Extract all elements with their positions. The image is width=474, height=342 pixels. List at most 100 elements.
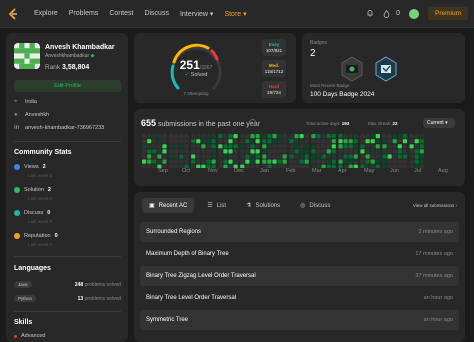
heatmap-cell[interactable] (201, 154, 206, 159)
heatmap-cell[interactable] (348, 154, 353, 159)
heatmap-cell[interactable] (326, 134, 331, 139)
heatmap-cell[interactable] (348, 159, 353, 164)
user-avatar-icon[interactable] (408, 8, 419, 19)
heatmap-cell[interactable] (326, 159, 331, 164)
heatmap-cell[interactable] (414, 159, 419, 164)
heatmap-cell[interactable] (321, 144, 326, 149)
heatmap-cell[interactable] (250, 149, 255, 154)
heatmap-cell[interactable] (348, 144, 353, 149)
heatmap-cell[interactable] (360, 144, 365, 149)
heatmap-cell[interactable] (289, 154, 294, 159)
heatmap-cell[interactable] (304, 164, 309, 168)
heatmap-cell[interactable] (240, 139, 245, 144)
streak-counter[interactable]: 0 (383, 9, 400, 18)
heatmap-cell[interactable] (338, 134, 343, 139)
heatmap-cell[interactable] (282, 149, 287, 154)
heatmap-cell[interactable] (365, 149, 370, 154)
heatmap-cell[interactable] (196, 144, 201, 149)
heatmap-cell[interactable] (311, 154, 316, 159)
heatmap-cell[interactable] (304, 144, 309, 149)
heatmap-cell[interactable] (419, 134, 424, 139)
heatmap-cell[interactable] (184, 159, 189, 164)
heatmap-cell[interactable] (147, 154, 152, 159)
heatmap-cell[interactable] (267, 149, 272, 154)
heatmap-cell[interactable] (370, 139, 375, 144)
heatmap-cell[interactable] (179, 144, 184, 149)
heatmap-cell[interactable] (370, 159, 375, 164)
heatmap-cell[interactable] (326, 144, 331, 149)
heatmap-cell[interactable] (196, 164, 201, 168)
heatmap-cell[interactable] (375, 144, 380, 149)
heatmap-cell[interactable] (245, 159, 250, 164)
heatmap-cell[interactable] (402, 154, 407, 159)
heatmap-cell[interactable] (245, 144, 250, 149)
linkedin-row[interactable]: in anvesh-khambadkar-736967233 (14, 125, 104, 131)
heatmap-cell[interactable] (343, 134, 348, 139)
heatmap-cell[interactable] (255, 154, 260, 159)
heatmap-cell[interactable] (419, 139, 424, 144)
heatmap-cell[interactable] (142, 154, 147, 159)
heatmap-cell[interactable] (338, 154, 343, 159)
heatmap-cell[interactable] (245, 134, 250, 139)
heatmap-cell[interactable] (267, 134, 272, 139)
heatmap-cell[interactable] (147, 144, 152, 149)
heatmap-cell[interactable] (233, 139, 238, 144)
heatmap-cell[interactable] (331, 139, 336, 144)
heatmap-cell[interactable] (289, 134, 294, 139)
heatmap-cell[interactable] (142, 159, 147, 164)
heatmap-cell[interactable] (409, 149, 414, 154)
heatmap-cell[interactable] (255, 144, 260, 149)
heatmap-cell[interactable] (392, 159, 397, 164)
heatmap-cell[interactable] (272, 154, 277, 159)
heatmap-cell[interactable] (365, 144, 370, 149)
heatmap-cell[interactable] (282, 144, 287, 149)
heatmap-cell[interactable] (321, 159, 326, 164)
heatmap-cell[interactable] (387, 159, 392, 164)
nav-problems[interactable]: Problems (69, 10, 99, 17)
heatmap-cell[interactable] (228, 154, 233, 159)
heatmap-cell[interactable] (245, 149, 250, 154)
heatmap-cell[interactable] (250, 139, 255, 144)
heatmap-cell[interactable] (152, 134, 157, 139)
heatmap-cell[interactable] (326, 149, 331, 154)
heatmap-cell[interactable] (360, 149, 365, 154)
heatmap-cell[interactable] (233, 154, 238, 159)
list-item[interactable]: Binary Tree Zigzag Level Order Traversal… (140, 266, 459, 286)
heatmap-cell[interactable] (414, 139, 419, 144)
heatmap-cell[interactable] (294, 159, 299, 164)
github-row[interactable]: ● Anveshkh (14, 112, 49, 118)
heatmap-cell[interactable] (179, 134, 184, 139)
heatmap-cell[interactable] (228, 134, 233, 139)
heatmap-cell[interactable] (245, 164, 250, 168)
heatmap-cell[interactable] (277, 159, 282, 164)
heatmap-cell[interactable] (169, 139, 174, 144)
heatmap-cell[interactable] (316, 134, 321, 139)
heatmap-cell[interactable] (304, 149, 309, 154)
heatmap-cell[interactable] (299, 159, 304, 164)
heatmap-cell[interactable] (294, 144, 299, 149)
heatmap-cell[interactable] (142, 144, 147, 149)
year-select[interactable]: Current ▾ (423, 118, 455, 128)
heatmap-cell[interactable] (262, 134, 267, 139)
heatmap-cell[interactable] (277, 164, 282, 168)
heatmap-cell[interactable] (218, 144, 223, 149)
heatmap-cell[interactable] (294, 134, 299, 139)
heatmap-cell[interactable] (348, 134, 353, 139)
heatmap-cell[interactable] (414, 154, 419, 159)
heatmap-cell[interactable] (387, 154, 392, 159)
heatmap-cell[interactable] (142, 139, 147, 144)
heatmap-cell[interactable] (414, 144, 419, 149)
heatmap-cell[interactable] (326, 164, 331, 168)
heatmap-cell[interactable] (353, 139, 358, 144)
heatmap-cell[interactable] (387, 149, 392, 154)
heatmap-cell[interactable] (343, 149, 348, 154)
heatmap-cell[interactable] (353, 159, 358, 164)
heatmap-cell[interactable] (299, 134, 304, 139)
heatmap-cell[interactable] (223, 159, 228, 164)
heatmap-cell[interactable] (179, 139, 184, 144)
heatmap-cell[interactable] (206, 159, 211, 164)
heatmap-cell[interactable] (191, 139, 196, 144)
heatmap-cell[interactable] (382, 139, 387, 144)
heatmap-cell[interactable] (311, 144, 316, 149)
heatmap-cell[interactable] (218, 134, 223, 139)
